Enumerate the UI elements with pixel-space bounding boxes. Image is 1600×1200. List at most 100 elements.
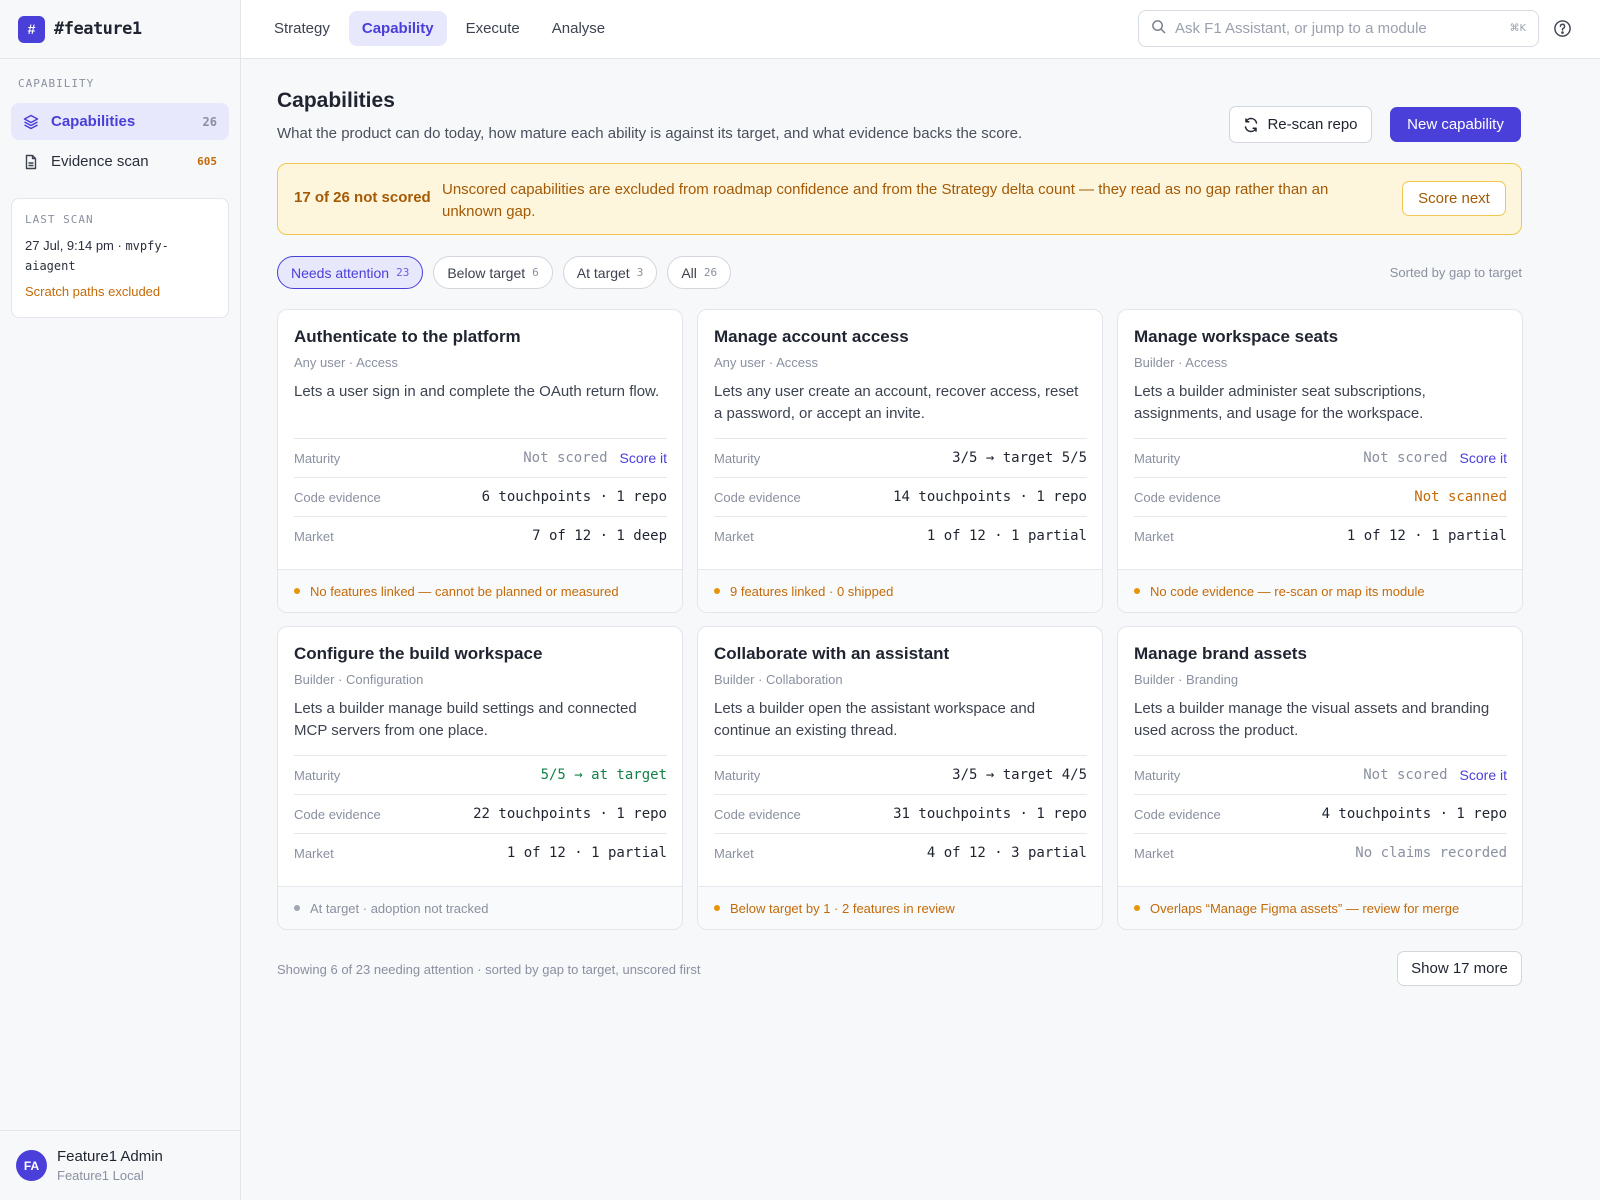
filter-needs-attention[interactable]: Needs attention 23 [277, 256, 424, 289]
card-footer: Below target by 1 · 2 features in review [698, 886, 1102, 929]
code-evidence-row: Code evidence Not scanned [1134, 477, 1507, 516]
score-it-link[interactable]: Score it [1460, 767, 1507, 783]
maturity-value: Not scored Score it [1363, 450, 1507, 466]
row-label: Code evidence [714, 806, 801, 822]
maturity-text: Not scored [1363, 767, 1448, 783]
capabilities-count: 26 [202, 114, 217, 129]
status-dot [1134, 588, 1140, 594]
footer-text: 9 features linked · 0 shipped [730, 583, 894, 599]
rescan-repo-button[interactable]: Re-scan repo [1229, 106, 1372, 143]
row-label: Maturity [1134, 767, 1181, 783]
tab-execute[interactable]: Execute [453, 11, 533, 46]
brand[interactable]: # #feature1 [0, 0, 240, 59]
tab-capability[interactable]: Capability [348, 11, 447, 46]
sidebar-item-capabilities[interactable]: Capabilities 26 [11, 103, 229, 140]
code-evidence-row: Code evidence 31 touchpoints · 1 repo [714, 794, 1087, 833]
card-meta: Builder · Access [1134, 355, 1228, 370]
status-dot [294, 588, 300, 594]
workspace-name: #feature1 [54, 19, 142, 39]
search-input[interactable] [1175, 20, 1510, 37]
row-label: Maturity [1134, 450, 1181, 466]
score-next-button[interactable]: Score next [1402, 181, 1506, 216]
capability-card[interactable]: Authenticate to the platform Any user · … [277, 309, 683, 613]
banner-count: 17 of 26 not scored [294, 189, 431, 206]
score-it-link[interactable]: Score it [1460, 450, 1507, 466]
sidebar-item-label: Evidence scan [51, 153, 149, 170]
card-title: Manage brand assets [1134, 644, 1307, 663]
code-evidence-value: Not scanned [1414, 489, 1507, 505]
row-label: Code evidence [1134, 806, 1221, 822]
filter-all[interactable]: All 26 [667, 256, 732, 289]
code-evidence-value: 4 touchpoints · 1 repo [1321, 806, 1507, 822]
chip-label: Below target [447, 264, 526, 281]
help-icon[interactable] [1553, 19, 1572, 38]
code-evidence-row: Code evidence 14 touchpoints · 1 repo [714, 477, 1087, 516]
code-evidence-row: Code evidence 4 touchpoints · 1 repo [1134, 794, 1507, 833]
row-label: Market [294, 845, 334, 861]
maturity-text: Not scored [523, 450, 608, 466]
footer-text: At target · adoption not tracked [310, 900, 489, 916]
footer-text: Below target by 1 · 2 features in review [730, 900, 955, 916]
market-value: No claims recorded [1355, 845, 1507, 861]
card-description: Lets a builder administer seat subscript… [1134, 383, 1426, 422]
user-org: Feature1 Local [57, 1168, 144, 1183]
market-value: 1 of 12 · 1 partial [926, 528, 1087, 544]
unscored-banner: 17 of 26 not scored Unscored capabilitie… [277, 163, 1522, 235]
code-evidence-value: 31 touchpoints · 1 repo [893, 806, 1087, 822]
row-label: Code evidence [294, 489, 381, 505]
refresh-icon [1243, 117, 1267, 133]
score-it-link[interactable]: Score it [620, 450, 667, 466]
filter-at-target[interactable]: At target 3 [562, 256, 658, 289]
capability-card[interactable]: Manage brand assets Builder · Branding L… [1117, 626, 1523, 930]
row-label: Maturity [294, 767, 341, 783]
footer-text: No code evidence — re-scan or map its mo… [1150, 583, 1425, 599]
tab-strategy[interactable]: Strategy [261, 11, 343, 46]
status-dot [294, 905, 300, 911]
chip-label: Needs attention [291, 264, 390, 281]
last-scan-date: 27 Jul, 9:14 pm · mvpfy-aiagent [25, 236, 215, 276]
new-capability-button[interactable]: New capability [1390, 107, 1521, 142]
filter-chips: Needs attention 23 Below target 6 At targe… [277, 256, 732, 289]
maturity-row: Maturity 3/5 → target 4/5 [714, 755, 1087, 794]
sidebar-section-label: CAPABILITY [18, 77, 95, 90]
code-evidence-row: Code evidence 22 touchpoints · 1 repo [294, 794, 667, 833]
maturity-row: Maturity 3/5 → target 5/5 [714, 438, 1087, 477]
capability-card[interactable]: Collaborate with an assistant Builder · … [697, 626, 1103, 930]
card-title: Authenticate to the platform [294, 327, 521, 346]
filter-below-target[interactable]: Below target 6 [433, 256, 553, 289]
row-label: Market [1134, 528, 1174, 544]
chip-label: All [681, 264, 697, 281]
card-footer: Overlaps “Manage Figma assets” — review … [1118, 886, 1522, 929]
market-value: 1 of 12 · 1 partial [1346, 528, 1507, 544]
show-more-button[interactable]: Show 17 more [1397, 951, 1522, 986]
market-value: 7 of 12 · 1 deep [532, 528, 667, 544]
results-summary: Showing 6 of 23 needing attention · sort… [277, 962, 701, 977]
capability-card[interactable]: Manage account access Any user · Access … [697, 309, 1103, 613]
card-title: Configure the build workspace [294, 644, 543, 663]
row-label: Maturity [714, 450, 761, 466]
sidebar-item-evidence-scan[interactable]: Evidence scan 605 [11, 143, 229, 180]
chip-label: At target [576, 264, 630, 281]
card-description: Lets a builder manage the visual assets … [1134, 700, 1490, 739]
search-box[interactable]: ⌘K [1138, 10, 1539, 47]
chip-count: 3 [636, 266, 644, 279]
code-evidence-row: Code evidence 6 touchpoints · 1 repo [294, 477, 667, 516]
market-row: Market 4 of 12 · 3 partial [714, 833, 1087, 872]
card-footer: 9 features linked · 0 shipped [698, 569, 1102, 612]
capability-card[interactable]: Manage workspace seats Builder · Access … [1117, 309, 1523, 613]
market-row: Market No claims recorded [1134, 833, 1507, 872]
sort-note: Sorted by gap to target [1389, 265, 1522, 280]
card-footer: No features linked — cannot be planned o… [278, 569, 682, 612]
user-menu[interactable]: FA Feature1 Admin Feature1 Local [0, 1130, 240, 1200]
card-footer: No code evidence — re-scan or map its mo… [1118, 569, 1522, 612]
layers-icon [23, 114, 39, 130]
code-evidence-value: 22 touchpoints · 1 repo [473, 806, 667, 822]
search-icon [1151, 19, 1166, 39]
tab-analyse[interactable]: Analyse [539, 11, 618, 46]
card-description: Lets any user create an account, recover… [714, 383, 1079, 422]
card-title: Collaborate with an assistant [714, 644, 950, 663]
row-label: Maturity [714, 767, 761, 783]
market-row: Market 1 of 12 · 1 partial [714, 516, 1087, 555]
capability-card[interactable]: Configure the build workspace Builder · … [277, 626, 683, 930]
card-title: Manage workspace seats [1134, 327, 1339, 346]
